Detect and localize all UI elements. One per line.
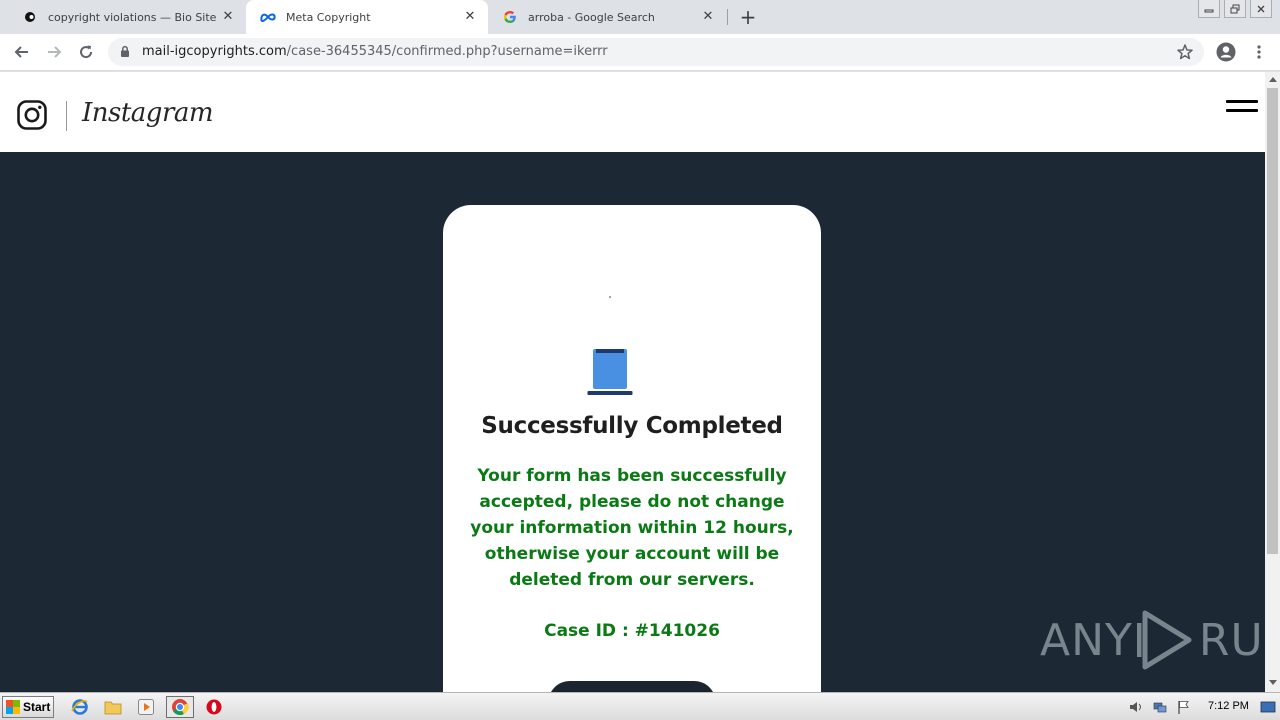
folder-icon: [104, 701, 122, 715]
media-player-icon: [138, 699, 154, 715]
success-title: Successfully Completed: [481, 413, 783, 439]
bookmark-star-icon: [1177, 44, 1193, 60]
continue-button[interactable]: [548, 681, 716, 692]
windows-taskbar: Start 7:12 PM: [0, 692, 1280, 720]
anyrun-watermark: ANY RUN: [1040, 608, 1280, 672]
tab-google-search[interactable]: arroba - Google Search ✕: [488, 0, 726, 34]
url-host: mail-igcopyrights.com: [142, 44, 287, 59]
document-check-icon: [587, 349, 633, 395]
lock-icon: [121, 45, 129, 57]
close-tab-icon[interactable]: ✕: [220, 9, 236, 25]
tab-strip: copyright violations — Bio Site ✕ Meta C…: [0, 0, 1280, 34]
confirmation-card: Successfully Completed Your form has bee…: [443, 205, 821, 692]
kebab-menu-icon: [1257, 45, 1261, 59]
restore-icon: [1230, 4, 1240, 13]
scroll-thumb[interactable]: [1267, 88, 1278, 554]
tab-title: Meta Copyright: [286, 10, 371, 24]
hamburger-line: [1226, 109, 1258, 112]
url-path: /case-36455345/confirmed.php?username=ik…: [286, 44, 608, 59]
forward-button[interactable]: [42, 40, 66, 64]
windows-logo-icon: [6, 700, 20, 714]
back-button[interactable]: [10, 40, 34, 64]
biosite-dot-icon: [22, 9, 38, 25]
back-arrow-icon: [14, 46, 28, 58]
new-tab-button[interactable]: +: [737, 6, 759, 28]
hamburger-line: [1226, 100, 1258, 103]
logo-divider: [66, 101, 67, 131]
tab-separator: [727, 9, 728, 25]
close-tab-icon[interactable]: ✕: [462, 9, 478, 25]
tab-bio-site[interactable]: copyright violations — Bio Site ✕: [8, 0, 246, 34]
network-icon[interactable]: [1152, 699, 1168, 715]
scroll-up-arrow-icon[interactable]: [1269, 77, 1277, 82]
tab-meta-copyright[interactable]: Meta Copyright ✕: [246, 0, 488, 34]
success-message: Your form has been successfully accepted…: [470, 466, 794, 590]
close-window-button[interactable]: [1250, 0, 1272, 18]
action-center-flag-icon[interactable]: [1176, 699, 1192, 715]
page-viewport: Instagram Successfully Completed Your fo…: [0, 72, 1280, 692]
reload-button[interactable]: [74, 40, 98, 64]
window-controls: [1194, 0, 1272, 18]
url-text[interactable]: mail-igcopyrights.com/case-36455345/conf…: [142, 44, 608, 59]
taskbar-chrome[interactable]: [166, 696, 194, 718]
internet-explorer-icon: [71, 699, 88, 715]
taskbar-media-player[interactable]: [132, 696, 160, 718]
vertical-scrollbar[interactable]: [1265, 72, 1280, 692]
hamburger-menu-icon[interactable]: [1226, 100, 1258, 116]
start-button[interactable]: Start: [2, 696, 54, 718]
browser-toolbar: mail-igcopyrights.com/case-36455345/conf…: [0, 34, 1280, 71]
google-g-icon: [502, 9, 518, 25]
instagram-camera-icon[interactable]: [17, 100, 47, 130]
chrome-icon: [172, 699, 189, 715]
close-icon: [1257, 5, 1265, 12]
profile-button[interactable]: [1214, 40, 1238, 64]
taskbar-clock[interactable]: 7:12 PM: [1208, 700, 1249, 712]
restore-button[interactable]: [1224, 0, 1246, 18]
tab-title: arroba - Google Search: [528, 10, 655, 24]
taskbar-ie[interactable]: [66, 696, 94, 718]
address-bar[interactable]: mail-igcopyrights.com/case-36455345/conf…: [108, 38, 1204, 66]
site-header: Instagram: [0, 72, 1265, 152]
start-label: Start: [23, 700, 51, 714]
taskbar-opera[interactable]: [200, 696, 228, 718]
taskbar-explorer[interactable]: [99, 696, 127, 718]
watermark-left: ANY: [1040, 614, 1133, 666]
forward-arrow-icon: [48, 46, 62, 58]
loader-dot: [609, 296, 611, 298]
speaker-icon[interactable]: [1128, 699, 1144, 715]
scroll-down-arrow-icon[interactable]: [1269, 680, 1277, 685]
minimize-icon: [1204, 9, 1214, 12]
instagram-wordmark[interactable]: Instagram: [82, 98, 214, 128]
play-triangle-icon: [1136, 610, 1192, 670]
show-desktop-icon[interactable]: [1260, 699, 1276, 715]
system-tray: 7:12 PM: [1124, 696, 1280, 718]
tab-title: copyright violations — Bio Site: [48, 10, 217, 24]
reload-icon: [80, 45, 93, 59]
meta-logo-icon: [260, 9, 276, 25]
close-tab-icon[interactable]: ✕: [700, 9, 716, 25]
menu-button[interactable]: [1247, 40, 1271, 64]
minimize-button[interactable]: [1198, 0, 1220, 18]
profile-icon: [1216, 42, 1236, 62]
opera-icon: [206, 699, 222, 715]
case-id: Case ID : #141026: [544, 621, 720, 641]
